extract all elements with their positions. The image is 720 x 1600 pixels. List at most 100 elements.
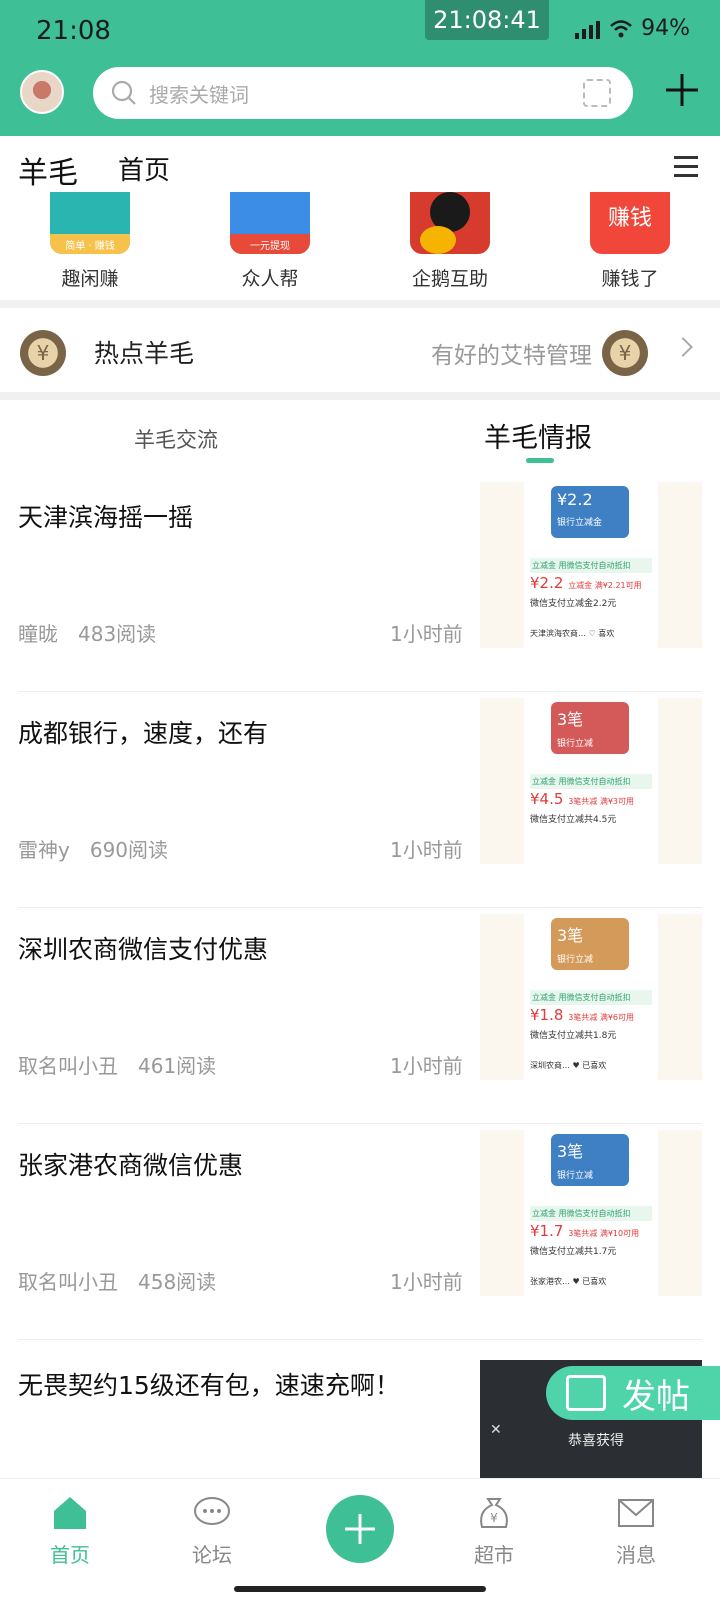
mail-icon — [618, 1499, 654, 1527]
coupon-value: ¥2.2 — [557, 490, 593, 509]
search-input[interactable]: 搜索关键词 — [149, 79, 249, 108]
post-item[interactable]: 成都银行，速度，还有 雷神y 690阅读 1小时前 3笔银行立减 立减金 用微信支… — [18, 688, 702, 908]
hot-wool-row[interactable]: ¥ 热点羊毛 有好的艾特管理 ¥ — [0, 314, 720, 394]
post-time: 1小时前 — [390, 838, 463, 862]
status-bar: 21:08 21:08:41 94% — [0, 0, 720, 64]
signal-icon — [575, 20, 601, 39]
post-title: 成都银行，速度，还有 — [18, 719, 269, 748]
sub-tabs: 羊毛交流 羊毛情报 — [0, 402, 720, 472]
coupon-value: 3笔 — [557, 1142, 584, 1161]
tab-wool[interactable]: 羊毛 — [18, 148, 78, 192]
post-item[interactable]: 深圳农商微信支付优惠 取名叫小丑 461阅读 1小时前 3笔银行立减 立减金 用微… — [18, 904, 702, 1124]
coin-icon: ¥ — [602, 330, 648, 376]
post-title: 深圳农商微信支付优惠 — [18, 935, 269, 964]
post-author: 瞳昽 — [18, 622, 58, 646]
amount-value: ¥2.2 — [530, 574, 564, 592]
coupon-card: 3笔银行立减 立减金 用微信支付自动抵扣 ¥4.5 3笔共减 满¥3可用 微信支… — [524, 698, 658, 864]
divider — [0, 300, 720, 308]
coupon-badge: 3笔银行立减 — [551, 918, 629, 970]
tab-wool-intel[interactable]: 羊毛情报 — [484, 416, 592, 455]
post-time: 1小时前 — [390, 1054, 463, 1078]
coupon-tag: 立减金 用微信支付自动抵扣 — [530, 990, 652, 1005]
hot-admin-note: 有好的艾特管理 — [431, 343, 592, 369]
app-icon: 赚钱 — [590, 192, 670, 254]
amount-value: ¥1.7 — [530, 1222, 564, 1240]
home-indicator — [234, 1586, 486, 1592]
coupon-tag: 立减金 用微信支付自动抵扣 — [530, 774, 652, 789]
app-icon: 简单 · 赚钱 — [50, 192, 130, 254]
post-meta: 雷神y 690阅读 — [18, 834, 188, 863]
coupon-desc: 微信支付立减共1.8元 — [530, 1031, 617, 1041]
app-zhuanqianle[interactable]: 赚钱 赚钱了 — [540, 192, 720, 304]
post-button[interactable]: 发帖 — [546, 1366, 720, 1420]
post-reads: 483阅读 — [78, 622, 157, 646]
coupon-amount: ¥1.7 3笔共减 满¥10可用 — [530, 1222, 639, 1240]
coupon-amount: ¥4.5 3笔共减 满¥3可用 — [530, 790, 634, 808]
app-shortcuts: 简单 · 赚钱 趣闲赚 一元提现 众人帮 企鹅互助 赚钱 赚钱了 — [0, 192, 720, 304]
clock-overlay: 21:08:41 — [425, 0, 549, 40]
post-item[interactable]: 天津滨海摇一摇 瞳昽 483阅读 1小时前 ¥2.2 银行立减金 立减金 用微信支付… — [18, 472, 702, 692]
tab-label: 论坛 — [192, 1543, 232, 1567]
app-qieehuzhu[interactable]: 企鹅互助 — [360, 192, 540, 304]
post-thumbnail: 3笔银行立减 立减金 用微信支付自动抵扣 ¥4.5 3笔共减 满¥3可用 微信支… — [480, 698, 702, 864]
post-thumbnail: 3笔银行立减 立减金 用微信支付自动抵扣 ¥1.8 3笔共减 满¥6可用 微信支… — [480, 914, 702, 1080]
post-time: 1小时前 — [390, 622, 463, 646]
status-icons: 94% — [575, 16, 690, 41]
tab-label: 消息 — [616, 1543, 656, 1567]
avatar[interactable] — [20, 70, 64, 114]
penguin-icon — [410, 192, 490, 254]
tab-home-bottom[interactable]: 首页 — [10, 1479, 130, 1568]
app-icon: 一元提现 — [230, 192, 310, 254]
money-bag-icon: ¥ — [480, 1498, 508, 1528]
amount-note: 3笔共减 满¥10可用 — [568, 1229, 640, 1238]
tab-wool-exchange[interactable]: 羊毛交流 — [134, 424, 218, 454]
tab-forum[interactable]: 论坛 — [152, 1479, 272, 1568]
wifi-icon — [610, 19, 632, 37]
coupon-sub: 银行立减 — [557, 955, 594, 965]
tab-messages[interactable]: 消息 — [576, 1479, 696, 1568]
edit-icon — [566, 1375, 606, 1411]
thumbnail-text: 恭喜获得 — [568, 1433, 624, 1449]
search-bar[interactable]: 搜索关键词 — [93, 67, 633, 119]
post-item[interactable]: 张家港农商微信优惠 取名叫小丑 458阅读 1小时前 3笔 银行立减 立减金 用微信… — [18, 1120, 702, 1340]
coupon-desc: 微信支付立减共4.5元 — [530, 815, 617, 825]
divider — [0, 392, 720, 400]
hot-title: 热点羊毛 — [94, 339, 195, 368]
amount-note: 3笔共减 满¥6可用 — [568, 1013, 634, 1022]
battery-level: 94% — [641, 16, 690, 41]
coupon-footer: 张家港农… ♥ 已喜欢 — [530, 1277, 607, 1286]
app-quxianzhuan[interactable]: 简单 · 赚钱 趣闲赚 — [0, 192, 180, 304]
coin-icon: ¥ — [20, 330, 66, 376]
home-icon — [54, 1497, 86, 1529]
post-reads: 458阅读 — [138, 1270, 217, 1294]
coupon-sub: 银行立减 — [557, 1171, 594, 1181]
amount-note: 3笔共减 满¥3可用 — [568, 797, 634, 806]
status-time: 21:08 — [36, 16, 111, 46]
tab-market[interactable]: ¥ 超市 — [434, 1479, 554, 1568]
post-author: 取名叫小丑 — [18, 1270, 118, 1294]
post-title: 天津滨海摇一摇 — [18, 503, 194, 532]
coupon-footer: 深圳农商… ♥ 已喜欢 — [530, 1061, 607, 1070]
chevron-right-icon — [673, 337, 693, 357]
post-meta: 取名叫小丑 458阅读 — [18, 1266, 236, 1295]
post-button-label: 发帖 — [622, 1376, 690, 1417]
coupon-value: 3笔 — [557, 710, 584, 729]
amount-value: ¥4.5 — [530, 790, 564, 808]
coupon-sub: 银行立减金 — [557, 518, 603, 528]
menu-icon[interactable] — [674, 156, 698, 183]
post-reads: 461阅读 — [138, 1054, 217, 1078]
amount-value: ¥1.8 — [530, 1006, 564, 1024]
coupon-card: ¥2.2 银行立减金 立减金 用微信支付自动抵扣 ¥2.2 立减金 满¥2.21可… — [524, 482, 658, 648]
app-zhongrenbang[interactable]: 一元提现 众人帮 — [180, 192, 360, 304]
scan-icon[interactable] — [583, 79, 611, 107]
tab-indicator — [526, 458, 554, 463]
close-icon: ✕ — [490, 1422, 502, 1438]
coupon-value: 3笔 — [557, 926, 584, 945]
post-author: 取名叫小丑 — [18, 1054, 118, 1078]
tab-home[interactable]: 首页 — [118, 150, 170, 187]
post-reads: 690阅读 — [89, 838, 169, 862]
add-icon[interactable] — [662, 70, 702, 110]
create-button[interactable] — [326, 1495, 394, 1563]
section-tabs: 羊毛 首页 — [0, 136, 720, 192]
coupon-sub: 银行立减 — [557, 739, 594, 749]
